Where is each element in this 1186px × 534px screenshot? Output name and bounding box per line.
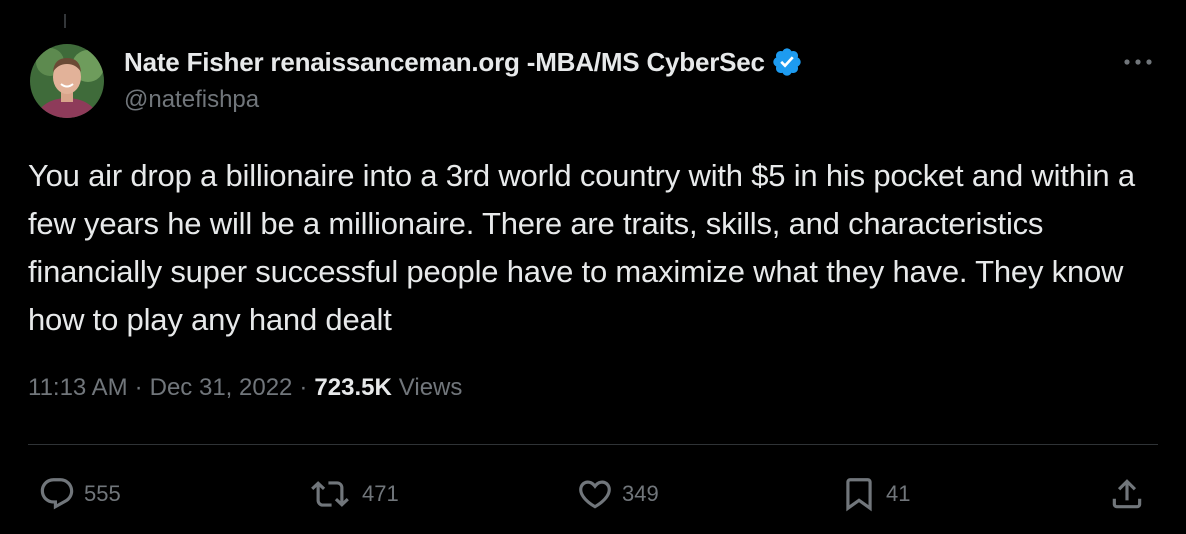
tweet-text: You air drop a billionaire into a 3rd wo… xyxy=(28,158,1135,337)
author-name-row: Nate Fisher renaissanceman.org -MBA/MS C… xyxy=(124,44,803,80)
verified-badge-icon[interactable] xyxy=(771,46,803,78)
retweet-icon xyxy=(311,481,349,507)
share-icon xyxy=(1112,479,1142,509)
divider xyxy=(28,444,1158,445)
reply-icon xyxy=(40,478,74,510)
share-button[interactable] xyxy=(1108,474,1146,514)
author-display-name[interactable]: Nate Fisher renaissanceman.org -MBA/MS C… xyxy=(124,47,765,78)
reply-count: 555 xyxy=(84,481,121,506)
views-label: Views xyxy=(398,374,463,401)
like-icon xyxy=(579,480,611,509)
thread-connector-line xyxy=(64,14,66,28)
bookmark-count: 41 xyxy=(886,481,911,506)
reply-button[interactable]: 555 xyxy=(38,474,121,514)
bookmark-icon xyxy=(846,478,872,512)
tweet-date[interactable]: Dec 31, 2022 xyxy=(150,374,293,402)
tweet-time[interactable]: 11:13 AM xyxy=(28,374,128,402)
meta-separator: · xyxy=(299,374,308,401)
author-handle[interactable]: @natefishpa xyxy=(124,86,259,114)
like-button[interactable]: 349 xyxy=(576,474,659,514)
meta-separator: · xyxy=(134,374,143,401)
avatar[interactable] xyxy=(30,44,104,118)
tweet-card: Nate Fisher renaissanceman.org -MBA/MS C… xyxy=(0,0,1186,534)
more-icon[interactable] xyxy=(1120,48,1156,76)
bookmark-button[interactable]: 41 xyxy=(840,474,910,514)
tweet-metadata: 11:13 AM · Dec 31, 2022 · 723.5K Views xyxy=(28,374,462,402)
views-count: 723.5K xyxy=(314,374,392,401)
like-count: 349 xyxy=(622,481,659,506)
retweet-button[interactable]: 471 xyxy=(306,474,399,514)
retweet-count: 471 xyxy=(362,481,399,506)
